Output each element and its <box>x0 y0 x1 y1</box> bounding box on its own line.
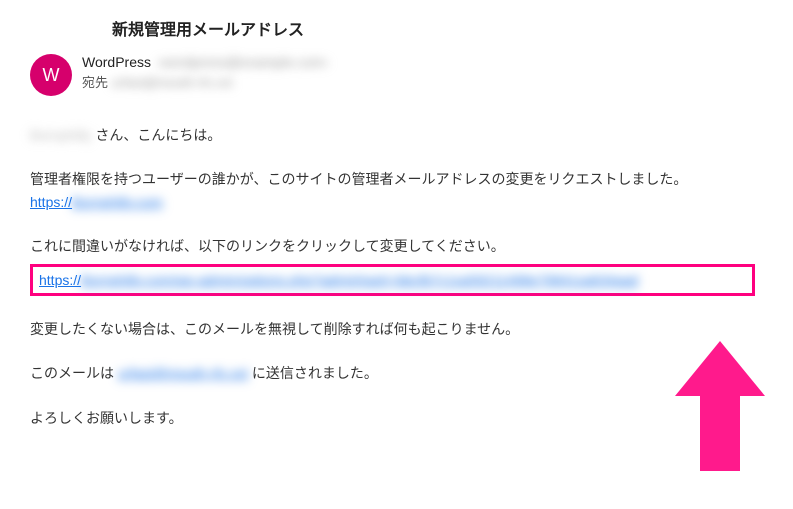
confirm-link-blur[interactable]: Bornphilly.com/wp-admin/options.php?admi… <box>81 272 638 288</box>
greeting-tail: さん、こんにちは。 <box>91 127 221 143</box>
email-body: Bornphilly さん、こんにちは。 管理者権限を持つユーザーの誰かが、この… <box>30 124 763 429</box>
paragraph-3: 変更したくない場合は、このメールを無視して削除すれば何も起こりません。 <box>30 318 763 340</box>
sender-address: ‹wordpress@example.com› <box>157 54 328 70</box>
site-link-proto[interactable]: https:// <box>30 194 72 210</box>
email-header: W WordPress ‹wordpress@example.com› 宛先 u… <box>30 54 763 96</box>
sent-to-link[interactable]: urfast@mouth-rfx.xxt <box>118 365 248 381</box>
greeting-line: Bornphilly さん、こんにちは。 <box>30 124 763 146</box>
confirm-link-proto[interactable]: https:// <box>39 272 81 288</box>
avatar: W <box>30 54 72 96</box>
paragraph-4: このメールは urfast@mouth-rfx.xxt に送信されました。 <box>30 362 763 384</box>
greeting-name-blur: Bornphilly <box>30 127 91 143</box>
p4-post: に送信されました。 <box>248 365 378 381</box>
site-link-blur[interactable]: Bornphilly.com <box>72 194 163 210</box>
recipient-label: 宛先 <box>82 75 108 90</box>
p1-text: 管理者権限を持つユーザーの誰かが、このサイトの管理者メールアドレスの変更をリクエ… <box>30 171 687 187</box>
sender-block: WordPress ‹wordpress@example.com› 宛先 urf… <box>82 54 328 91</box>
p4-pre: このメールは <box>30 365 118 381</box>
paragraph-1: 管理者権限を持つユーザーの誰かが、このサイトの管理者メールアドレスの変更をリクエ… <box>30 168 763 213</box>
confirm-link-highlight: https://Bornphilly.com/wp-admin/options.… <box>30 264 755 296</box>
email-subject: 新規管理用メールアドレス <box>112 16 763 40</box>
recipient-address: urfast@mouth-rfx.xxt <box>112 75 233 90</box>
paragraph-2: これに間違いがなければ、以下のリンクをクリックして変更してください。 <box>30 235 763 257</box>
paragraph-5: よろしくお願いします。 <box>30 407 763 429</box>
sender-name: WordPress <box>82 54 151 70</box>
